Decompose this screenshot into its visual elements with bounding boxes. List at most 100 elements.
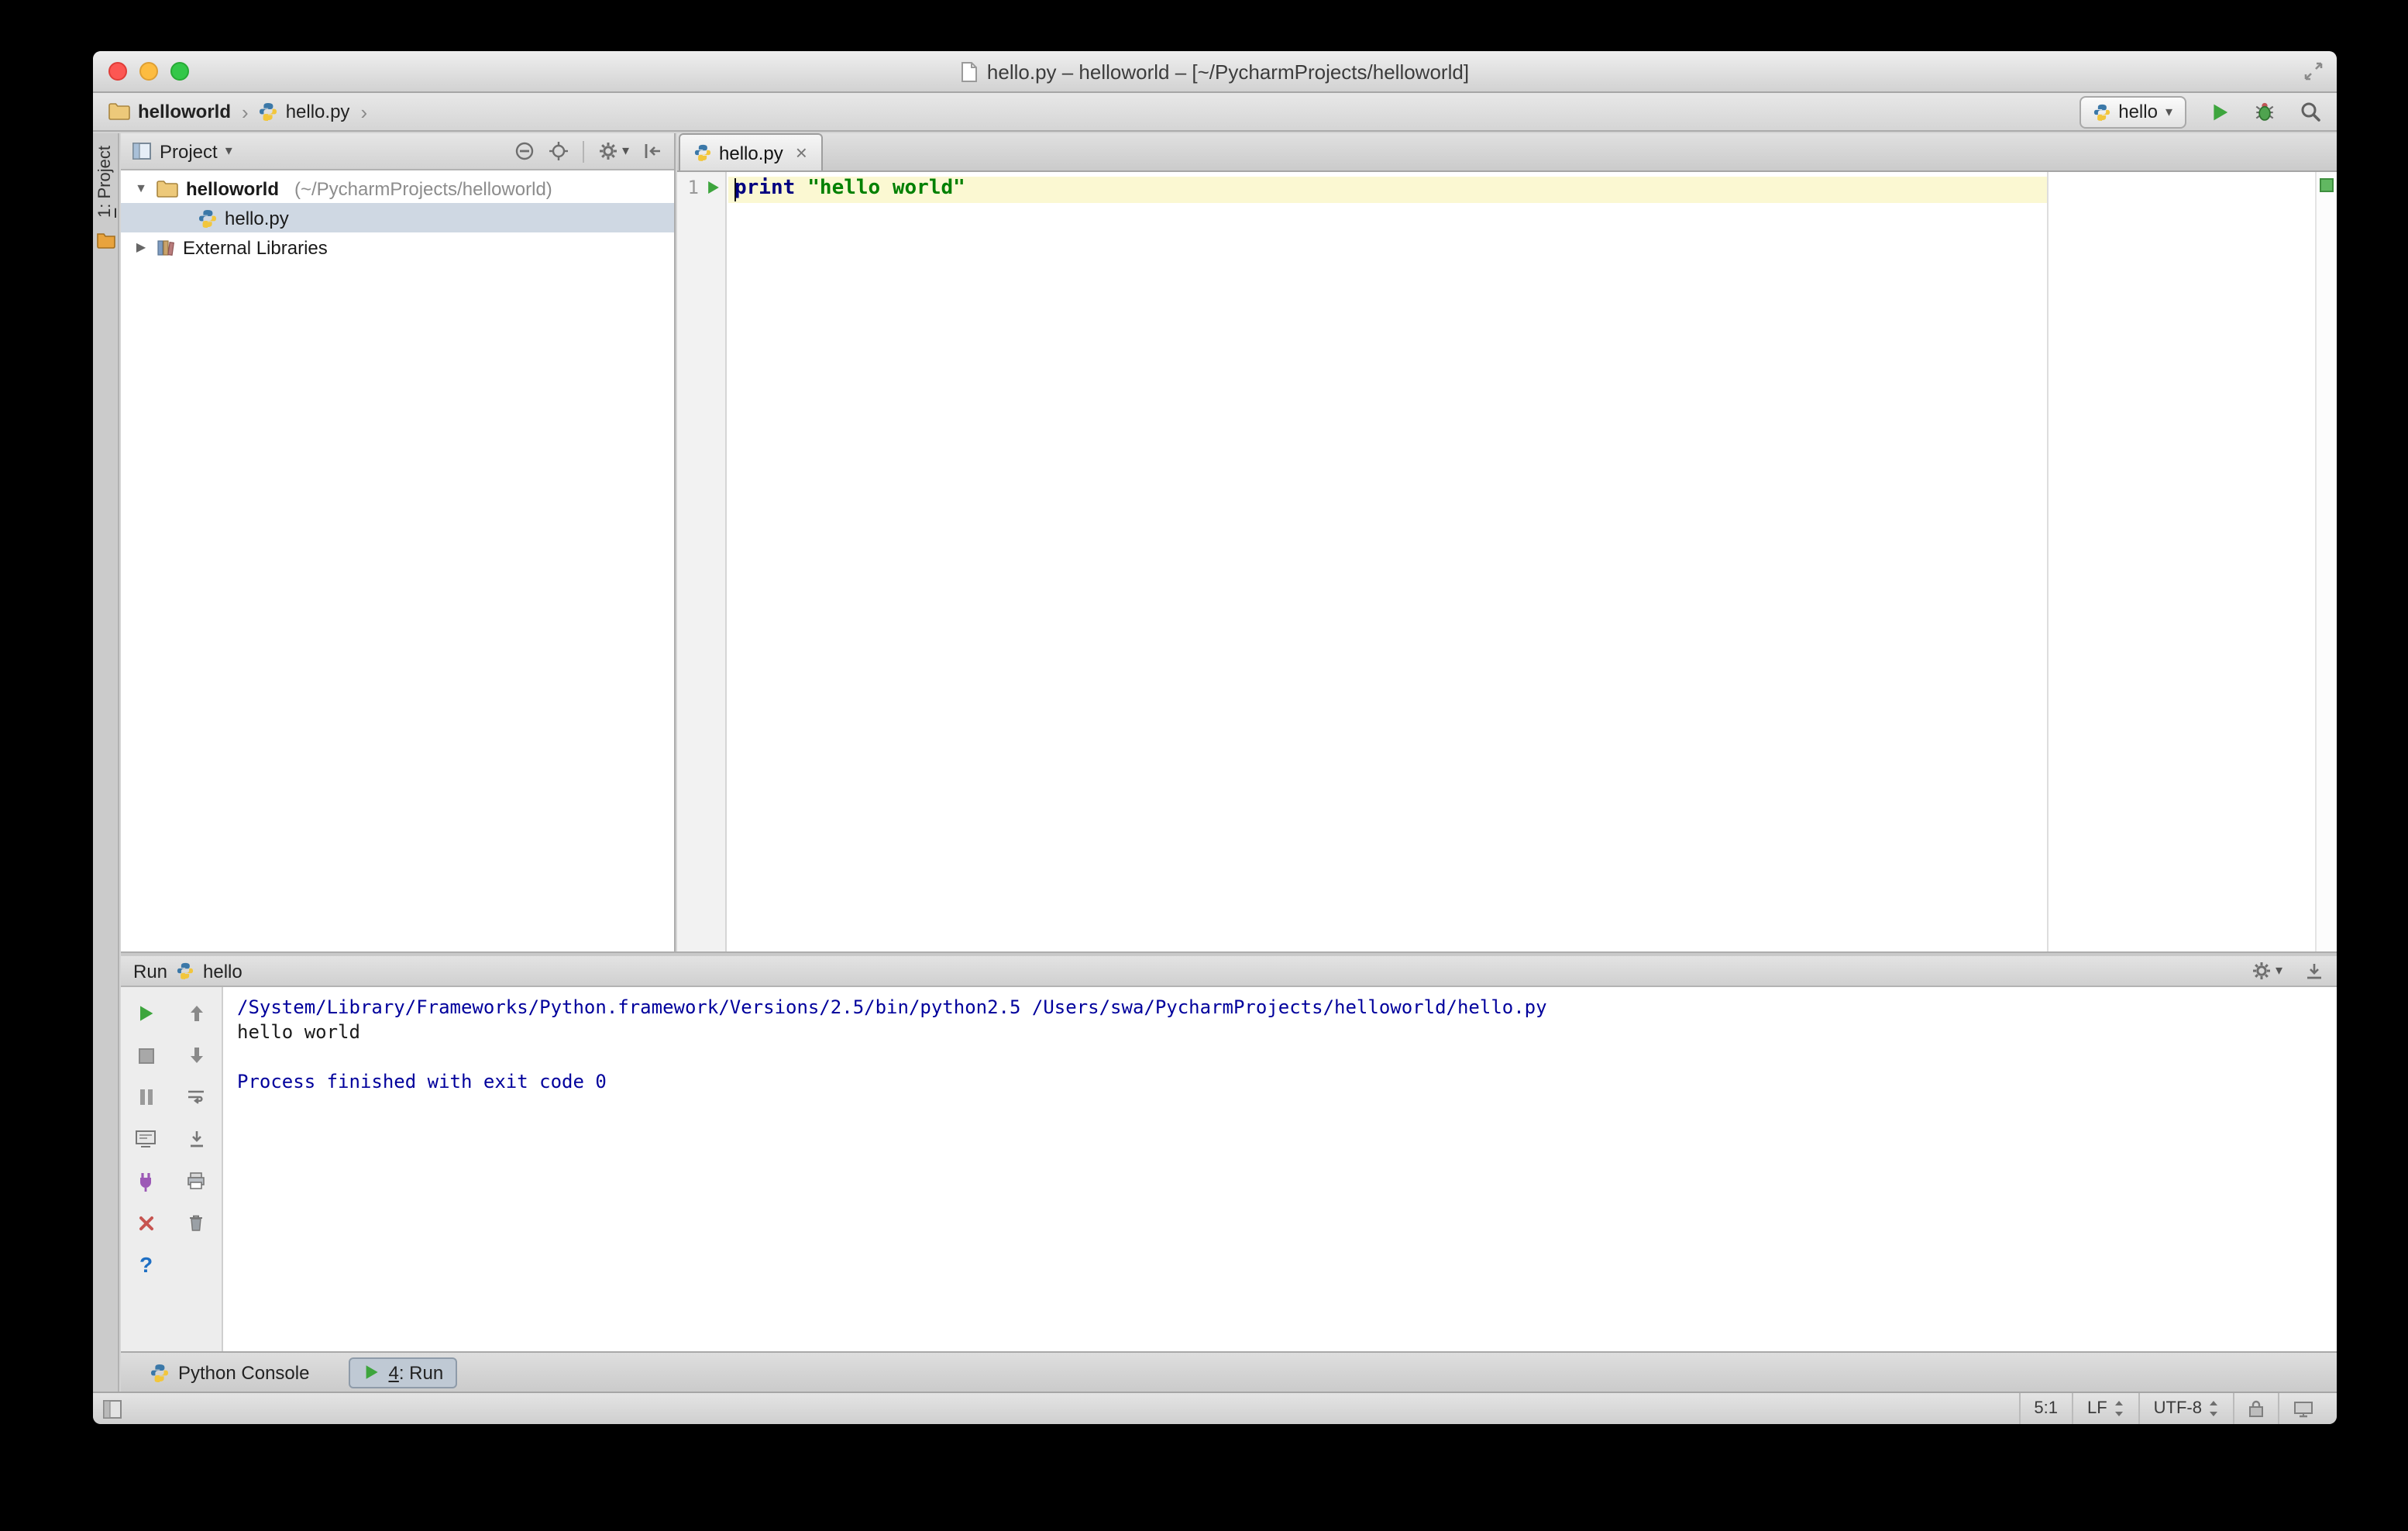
python-file-icon bbox=[260, 102, 278, 121]
libraries-icon bbox=[157, 238, 175, 256]
breadcrumb-chevron: › bbox=[242, 100, 249, 123]
tab-label: hello.py bbox=[719, 142, 783, 163]
lock-icon bbox=[2249, 1400, 2263, 1417]
readonly-lock-widget[interactable] bbox=[2233, 1393, 2278, 1424]
settings-gear-icon[interactable]: ▾ bbox=[599, 141, 629, 161]
caret-position-widget[interactable]: 5:1 bbox=[2018, 1393, 2072, 1424]
prev-occurrence-button[interactable] bbox=[181, 999, 212, 1027]
breadcrumb-file-label: hello.py bbox=[285, 101, 350, 122]
breadcrumb-file[interactable]: hello.py bbox=[260, 101, 350, 122]
python-prompt-button[interactable] bbox=[131, 1167, 162, 1195]
run-mnemonic: 4 bbox=[388, 1361, 399, 1383]
run-line-icon[interactable] bbox=[705, 180, 721, 195]
run-icon bbox=[362, 1364, 379, 1381]
editor-body[interactable]: 1 print "hello world" bbox=[677, 172, 2337, 951]
tree-node-external-libraries[interactable]: ▶ External Libraries bbox=[121, 232, 674, 262]
run-button[interactable] bbox=[2210, 101, 2230, 122]
console-line: /System/Library/Frameworks/Python.framew… bbox=[237, 996, 1547, 1018]
disclosure-open-icon[interactable]: ▼ bbox=[133, 181, 149, 195]
project-tree: ▼ helloworld (~/PycharmProjects/hellowor… bbox=[121, 170, 674, 262]
tree-node-helloworld[interactable]: ▼ helloworld (~/PycharmProjects/hellowor… bbox=[121, 174, 674, 203]
project-panel-header: Project ▾ ▾ bbox=[121, 133, 674, 170]
breadcrumb-project[interactable]: helloworld bbox=[108, 101, 231, 122]
soft-wrap-button[interactable] bbox=[181, 1083, 212, 1111]
code-line: print "hello world" bbox=[734, 177, 965, 203]
toolwindow-bar: Python Console 4: Run bbox=[121, 1351, 2337, 1392]
python-run-config-icon bbox=[2093, 103, 2110, 120]
print-button[interactable] bbox=[181, 1167, 212, 1195]
run-controls: hello ▾ bbox=[2079, 95, 2321, 128]
run-toolwindow-button[interactable]: 4: Run bbox=[348, 1357, 458, 1388]
collapse-all-icon[interactable] bbox=[515, 141, 535, 161]
search-button[interactable] bbox=[2300, 101, 2321, 122]
tree-node-hello-py[interactable]: hello.py bbox=[121, 203, 674, 232]
line-separator-widget[interactable]: LF bbox=[2071, 1393, 2138, 1424]
hide-toolwindow-icon[interactable] bbox=[2304, 961, 2324, 981]
chevron-down-icon[interactable]: ▾ bbox=[225, 143, 232, 160]
titlebar: hello.py – helloworld – [~/PycharmProjec… bbox=[93, 51, 2337, 93]
scroll-to-source-icon[interactable] bbox=[549, 141, 569, 161]
run-toolbar-column-1: ? bbox=[121, 987, 171, 1351]
breadcrumb-project-label: helloworld bbox=[138, 101, 231, 122]
updown-arrows-icon bbox=[2210, 1401, 2217, 1416]
next-occurrence-button[interactable] bbox=[181, 1041, 212, 1069]
chevron-down-icon: ▾ bbox=[621, 143, 629, 158]
close-window-button[interactable] bbox=[108, 62, 127, 81]
run-toolwindow-header: Run hello ▾ bbox=[121, 956, 2337, 987]
project-toolwindow-stripe-button[interactable]: 1: Project bbox=[96, 146, 115, 218]
tab-hello-py[interactable]: hello.py × bbox=[679, 133, 823, 170]
disclosure-closed-icon[interactable]: ▶ bbox=[133, 240, 149, 254]
help-button[interactable]: ? bbox=[131, 1251, 162, 1278]
code-keyword: print bbox=[734, 177, 796, 200]
console-line: hello world bbox=[237, 1021, 360, 1043]
run-toolbar: ? bbox=[121, 987, 223, 1351]
project-stripe-label: : Project bbox=[96, 146, 115, 208]
tree-node-label: hello.py bbox=[225, 207, 289, 229]
stop-button[interactable] bbox=[131, 1041, 162, 1069]
close-button[interactable] bbox=[131, 1209, 162, 1237]
status-bar: 5:1 LF UTF-8 bbox=[93, 1392, 2337, 1424]
title-area: hello.py – helloworld – [~/PycharmProjec… bbox=[279, 51, 2151, 91]
encoding-widget[interactable]: UTF-8 bbox=[2138, 1393, 2233, 1424]
console-line: Process finished with exit code 0 bbox=[237, 1071, 607, 1092]
run-header-toolbar: ▾ bbox=[2252, 961, 2324, 981]
rerun-button[interactable] bbox=[131, 999, 162, 1027]
folder-icon bbox=[108, 102, 130, 121]
right-margin-guide bbox=[2047, 172, 2049, 951]
project-panel-title[interactable]: Project bbox=[160, 140, 218, 162]
expand-window-icon[interactable] bbox=[2303, 60, 2324, 82]
screen-settings-widget[interactable] bbox=[2278, 1393, 2327, 1424]
python-run-config-icon bbox=[177, 962, 194, 979]
hide-panel-icon[interactable] bbox=[643, 141, 663, 161]
run-configuration-select[interactable]: hello ▾ bbox=[2079, 95, 2186, 128]
debug-button[interactable] bbox=[2253, 101, 2276, 122]
console-output[interactable]: /System/Library/Frameworks/Python.framew… bbox=[225, 987, 2337, 1351]
run-toolbar-column-2 bbox=[171, 987, 222, 1351]
scroll-to-end-button[interactable] bbox=[181, 1125, 212, 1153]
clear-output-button[interactable] bbox=[181, 1209, 212, 1237]
run-toolwindow-title: Run bbox=[133, 960, 168, 982]
pycharm-window: hello.py – helloworld – [~/PycharmProjec… bbox=[93, 51, 2337, 1424]
show-console-button[interactable] bbox=[131, 1125, 162, 1153]
project-icon[interactable] bbox=[95, 232, 115, 250]
inspection-status-icon[interactable] bbox=[2320, 178, 2334, 192]
toolwindow-toggle-icon[interactable] bbox=[102, 1399, 122, 1419]
run-toolwindow-body: ? /System/Library/Frameworks/Python.fram… bbox=[121, 987, 2337, 1351]
code-area[interactable]: print "hello world" bbox=[728, 172, 2315, 951]
settings-gear-icon[interactable]: ▾ bbox=[2252, 961, 2282, 981]
project-panel-icon bbox=[132, 141, 152, 161]
editor-tab-bar: hello.py × bbox=[677, 133, 2337, 172]
python-file-icon bbox=[198, 208, 217, 227]
chevron-down-icon: ▾ bbox=[2165, 103, 2172, 119]
zoom-window-button[interactable] bbox=[170, 62, 189, 81]
inspection-stripe[interactable] bbox=[2315, 172, 2337, 951]
project-mnemonic: 1 bbox=[96, 208, 115, 218]
document-icon bbox=[961, 61, 978, 81]
editor: hello.py × 1 print "hello world" bbox=[677, 133, 2337, 951]
close-tab-icon[interactable]: × bbox=[796, 141, 807, 164]
python-console-button[interactable]: Python Console bbox=[136, 1357, 323, 1388]
pause-output-button[interactable] bbox=[131, 1083, 162, 1111]
toolbar-divider bbox=[583, 140, 585, 162]
minimize-window-button[interactable] bbox=[139, 62, 158, 81]
